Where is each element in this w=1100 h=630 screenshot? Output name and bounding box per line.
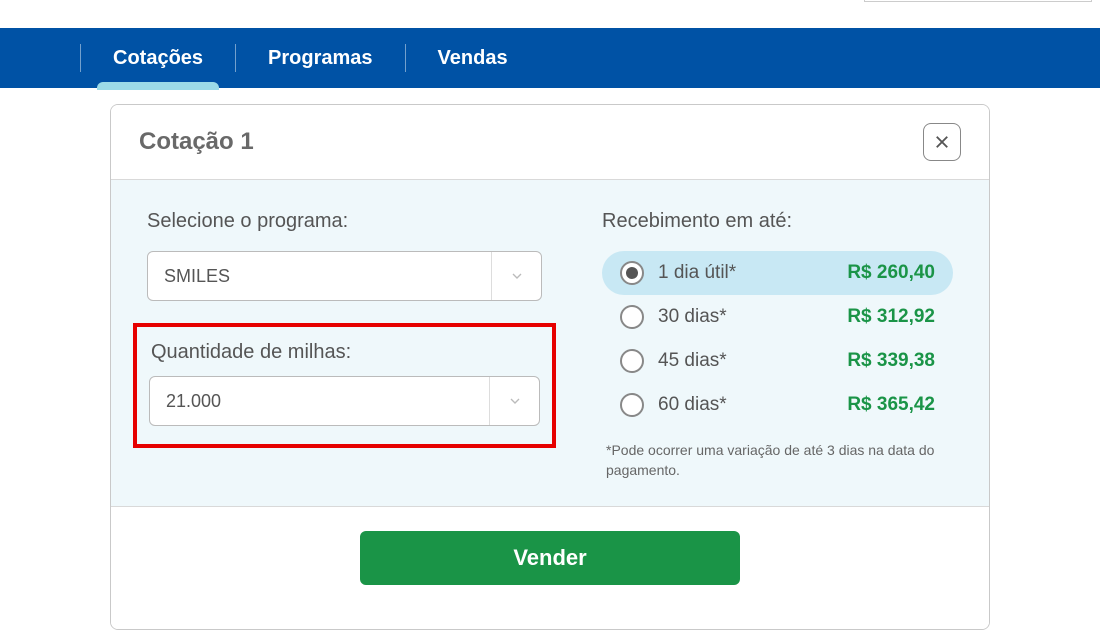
disclaimer-text: *Pode ocorrer uma variação de até 3 dias… [602,441,953,480]
sell-button[interactable]: Vender [360,531,740,585]
receive-option-price: R$ 312,92 [847,306,935,328]
nav-divider [405,44,406,72]
receive-option-label: 60 dias* [658,394,727,416]
panel-title: Cotação 1 [139,128,254,156]
radio-icon [620,261,644,285]
receive-option-label: 45 dias* [658,350,727,372]
receive-option-price: R$ 365,42 [847,394,935,416]
radio-icon [620,305,644,329]
nav-divider [80,44,81,72]
quantity-select[interactable]: 21.000 [149,376,540,426]
nav-item-vendas[interactable]: Vendas [438,29,508,88]
nav-item-cotacoes[interactable]: Cotações [113,29,203,88]
program-label: Selecione o programa: [147,210,542,233]
receive-option-45days[interactable]: 45 dias* R$ 339,38 [602,339,953,383]
receive-option-price: R$ 260,40 [847,262,935,284]
right-column: Recebimento em até: 1 dia útil* R$ 260,4… [602,210,953,480]
panel-footer: Vender [111,506,989,629]
panel-body: Selecione o programa: SMILES Quantidade … [111,179,989,506]
radio-icon [620,349,644,373]
top-strip [0,0,1100,28]
quantity-label: Quantidade de milhas: [151,341,540,364]
close-icon [933,133,951,151]
quantity-highlight-box: Quantidade de milhas: 21.000 [133,323,556,448]
nav-bar: Cotações Programas Vendas [0,28,1100,88]
left-column: Selecione o programa: SMILES Quantidade … [147,210,542,480]
chevron-down-icon [489,377,539,425]
receive-option-label: 30 dias* [658,306,727,328]
panel-header: Cotação 1 [111,105,989,179]
receive-option-30days[interactable]: 30 dias* R$ 312,92 [602,295,953,339]
receive-label: Recebimento em até: [602,210,953,233]
radio-icon [620,393,644,417]
receive-option-60days[interactable]: 60 dias* R$ 365,42 [602,383,953,427]
chevron-down-icon [491,252,541,300]
nav-item-programas[interactable]: Programas [268,29,373,88]
quantity-value: 21.000 [150,391,489,412]
nav-divider [235,44,236,72]
program-value: SMILES [148,266,491,287]
quote-panel: Cotação 1 Selecione o programa: SMILES Q… [110,104,990,630]
receive-option-label: 1 dia útil* [658,262,736,284]
receive-option-1day[interactable]: 1 dia útil* R$ 260,40 [602,251,953,295]
receive-option-price: R$ 339,38 [847,350,935,372]
close-button[interactable] [923,123,961,161]
top-strip-box [864,0,1092,2]
program-select[interactable]: SMILES [147,251,542,301]
